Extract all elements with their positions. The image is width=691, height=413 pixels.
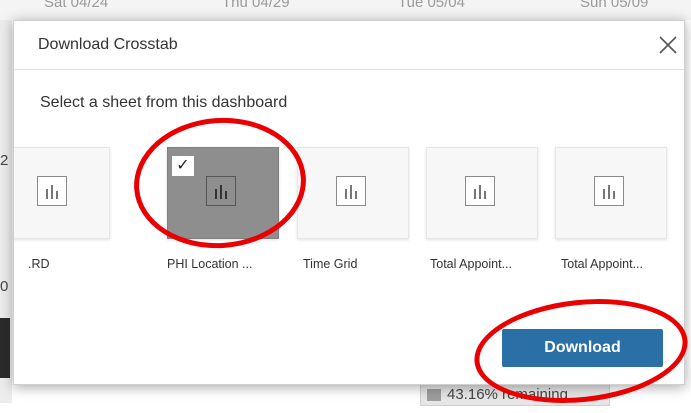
sheet-item[interactable]: Total Appoint...	[555, 141, 671, 276]
sheet-label: Total Appoint...	[430, 257, 513, 271]
close-icon	[659, 36, 677, 54]
checkmark-icon: ✓	[172, 156, 194, 176]
sheet-label: .RD	[28, 257, 50, 271]
background-date: Sun 05/09	[580, 0, 649, 11]
title-divider	[14, 69, 684, 70]
sheet-item[interactable]: .RD	[14, 141, 114, 276]
sheet-label: Total Appoint...	[561, 257, 644, 271]
bar-chart-icon	[594, 176, 624, 206]
download-crosstab-dialog: Download Crosstab Select a sheet from th…	[13, 20, 685, 385]
background-date: Sat 04/24	[44, 0, 109, 11]
dialog-subtitle: Select a sheet from this dashboard	[40, 94, 288, 111]
sheet-item-selected[interactable]: ✓ PHI Location ...	[167, 141, 283, 276]
sheet-list: .RD ✓ PHI Location ... Time Grid Total A…	[14, 141, 684, 281]
bar-chart-icon	[465, 176, 495, 206]
close-button[interactable]	[654, 31, 682, 59]
background-fragment: 0	[0, 278, 9, 295]
sheet-item[interactable]: Time Grid	[297, 141, 413, 276]
sheet-thumbnail[interactable]	[426, 147, 538, 239]
background-date: Tue 05/04	[398, 0, 465, 11]
sheet-thumbnail[interactable]	[14, 147, 110, 239]
progress-segment	[427, 389, 441, 401]
sheet-label: Time Grid	[303, 257, 358, 271]
sheet-label: PHI Location ...	[167, 257, 253, 271]
bar-chart-icon	[37, 176, 67, 206]
background-dark-block	[0, 318, 10, 378]
progress-text: 43.16% remaining	[447, 386, 568, 403]
sheet-item[interactable]: Total Appoint...	[426, 141, 542, 276]
background-date: Thu 04/29	[222, 0, 290, 11]
dialog-title: Download Crosstab	[38, 36, 178, 53]
sheet-thumbnail[interactable]: ✓	[167, 147, 279, 239]
download-button[interactable]: Download	[502, 329, 663, 367]
bar-chart-icon	[206, 176, 236, 206]
background-date-header: Sat 04/24 Thu 04/29 Tue 05/04 Sun 05/09	[0, 0, 691, 20]
background-fragment: 2	[0, 152, 9, 169]
bar-chart-icon	[336, 176, 366, 206]
sheet-thumbnail[interactable]	[555, 147, 667, 239]
sheet-thumbnail[interactable]	[297, 147, 409, 239]
